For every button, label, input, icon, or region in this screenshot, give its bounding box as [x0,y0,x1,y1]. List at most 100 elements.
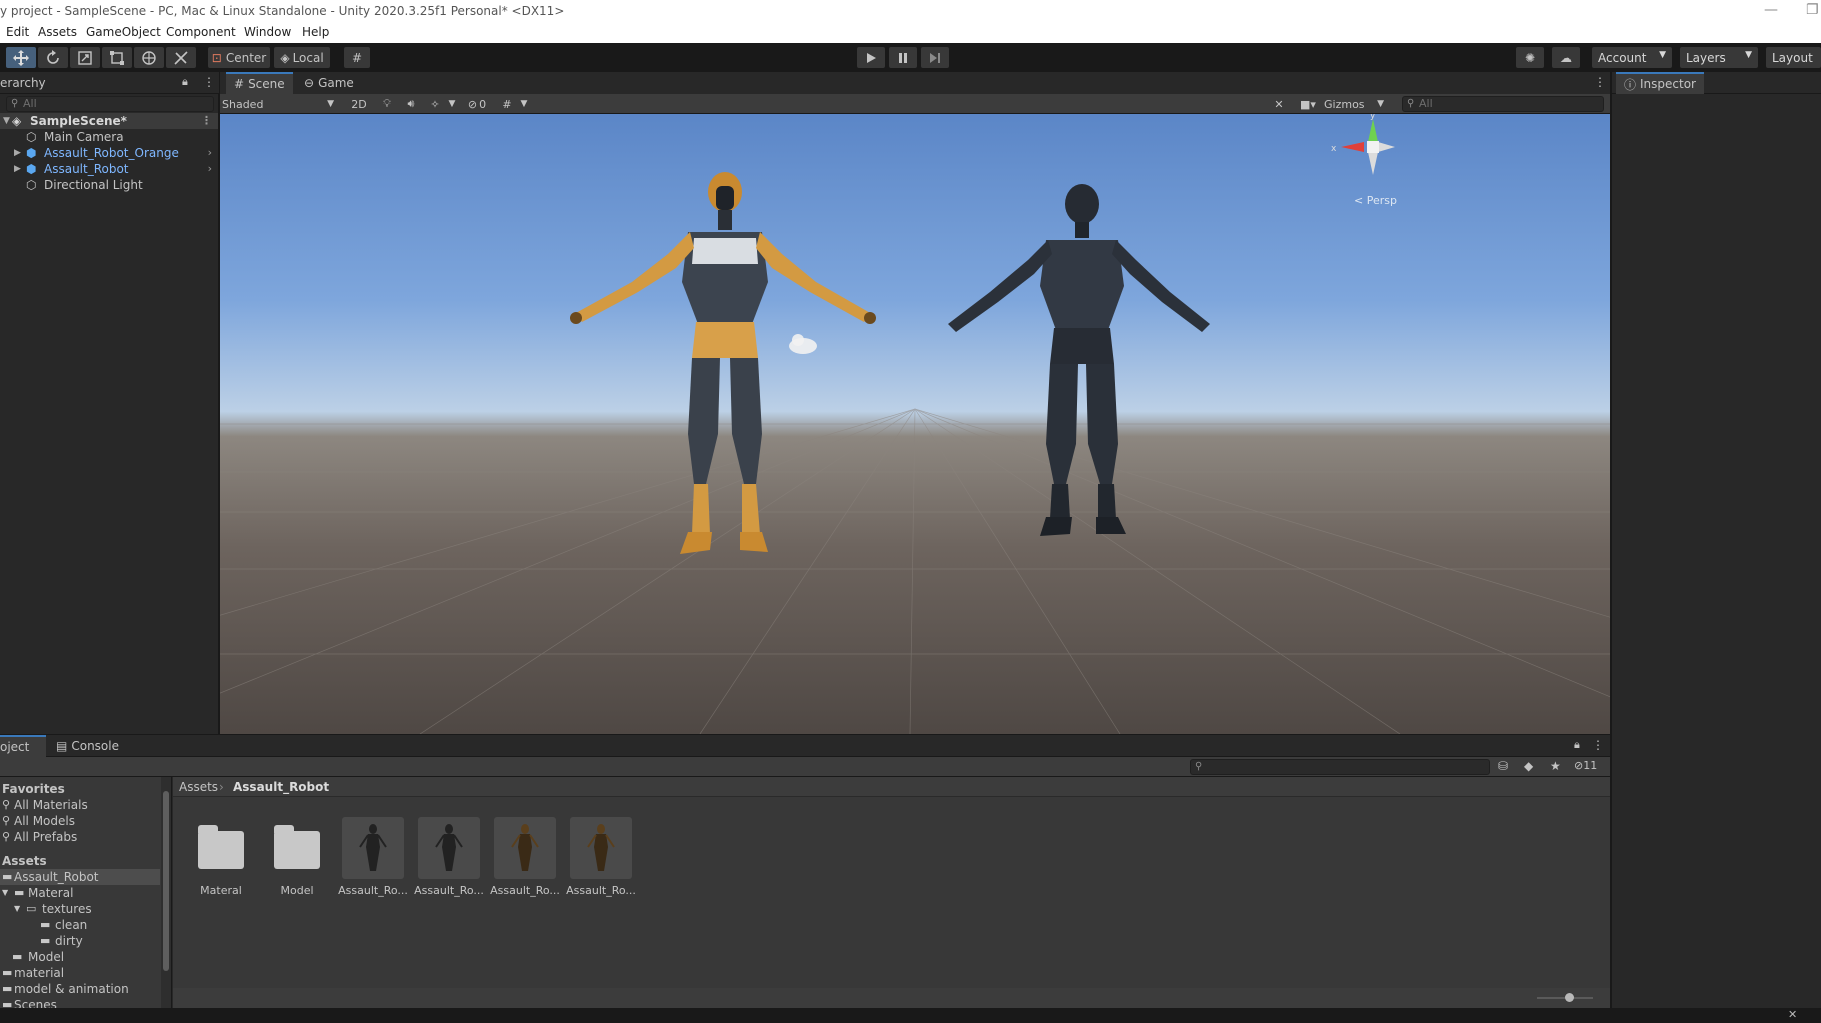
tab-inspector[interactable]: ⓘ Inspector [1616,72,1704,94]
favorite-star-icon[interactable]: ★ [1550,759,1561,773]
transform-tool-icon[interactable] [134,47,164,68]
menu-help[interactable]: Help [302,25,329,39]
rect-tool-icon[interactable] [102,47,132,68]
custom-tool-icon[interactable] [166,47,196,68]
tree-item-assault-robot[interactable]: ▬ Assault_Robot [0,869,160,885]
tree-scrollbar[interactable] [161,777,171,1008]
restore-icon[interactable]: ❐ [1806,2,1819,18]
tools-icon[interactable]: ✕ [1268,95,1290,113]
effects-icon[interactable]: ✧ [424,95,446,113]
lock-icon[interactable]: 🔒︎ [1574,738,1580,752]
chevron-right-icon[interactable]: › [208,145,212,161]
menu-edit[interactable]: Edit [6,25,29,39]
move-tool-icon[interactable] [6,47,36,68]
filter-type-icon[interactable]: ⛁ [1498,759,1508,773]
folder-icon [274,825,320,869]
project-search-input[interactable]: ⚲ [1190,759,1490,775]
play-icon [867,52,876,63]
tree-scrollbar-thumb[interactable] [163,791,169,971]
more-options-icon[interactable]: ⋮ [1592,738,1604,752]
favorite-item[interactable]: ⚲ All Prefabs [0,829,160,845]
hierarchy-item-main-camera[interactable]: ⬡ Main Camera [0,129,218,145]
more-options-icon[interactable]: ⋮ [203,75,215,89]
orientation-gizmo[interactable]: y x [1331,114,1395,175]
tree-item-scenes[interactable]: ▬ Scenes [0,997,160,1008]
more-options-icon[interactable]: ⋮ [1594,75,1606,89]
favorites-header[interactable]: Favorites [0,781,160,797]
rotate-tool-icon[interactable] [38,47,68,68]
tab-hierarchy[interactable]: erarchy [0,72,54,94]
scale-tool-icon[interactable] [70,47,100,68]
expand-arrow-icon[interactable]: ▼ [2,885,8,901]
zoom-slider-thumb[interactable] [1565,993,1574,1002]
menu-gameobject[interactable]: GameObject [86,25,161,39]
breadcrumb-assets[interactable]: Assets [179,780,218,794]
toggle-2d-button[interactable]: 2D [346,95,372,113]
tree-item-material[interactable]: ▬ material [0,965,160,981]
hierarchy-item-assault-robot[interactable]: ▶ ⬢ Assault_Robot › [0,161,218,177]
tab-project[interactable]: oject [0,735,46,757]
gameobject-cube-icon: ⬡ [26,178,37,192]
favorite-item[interactable]: ⚲ All Models [0,813,160,829]
expand-arrow-icon[interactable]: ▶ [14,161,21,177]
scene-search-input[interactable]: ⚲ All [1402,96,1604,112]
breadcrumb-assault-robot[interactable]: Assault_Robot [233,780,329,794]
tree-item-model[interactable]: ▬ Model [0,949,160,965]
tab-console[interactable]: ▤ Console [48,735,127,757]
label-tag-icon[interactable]: ◆ [1524,759,1533,773]
hierarchy-panel: erarchy 🔒︎ ⋮ ⚲ All ▼ ◈ SampleScene* ⋮ ⬡ … [0,72,219,734]
gizmos-dropdown[interactable]: Gizmos ▼ [1324,95,1388,113]
hierarchy-item-label: Assault_Robot [44,162,129,176]
minimize-icon[interactable]: — [1764,2,1778,18]
scene-menu-icon[interactable]: ⋮ [201,113,212,129]
audio-speaker-icon[interactable]: 🔊︎ [400,95,422,113]
assets-header[interactable]: Assets [0,853,160,869]
scene-visibility-toggle[interactable]: ⊘ 0 [462,95,492,113]
hierarchy-scene-row[interactable]: ▼ ◈ SampleScene* ⋮ [0,113,218,129]
account-dropdown[interactable]: Account ▼ [1592,47,1672,68]
pivot-space-button[interactable]: ◈ Local [274,47,330,68]
grid-snap-icon[interactable]: # [344,47,370,68]
chevron-right-icon[interactable]: › [208,161,212,177]
menu-assets[interactable]: Assets [38,25,77,39]
chevron-down-icon[interactable]: ▼ [518,95,530,113]
cloud-icon[interactable]: ☁ [1552,47,1580,68]
lock-icon[interactable]: 🔒︎ [182,75,188,89]
tab-scene[interactable]: # Scene [226,72,293,94]
menu-window[interactable]: Window [244,25,291,39]
tree-item-model-animation[interactable]: ▬ model & animation [0,981,160,997]
step-button[interactable] [921,47,949,68]
scene-viewport[interactable]: y x < Persp [220,114,1610,734]
lighting-bulb-icon[interactable]: 💡︎ [376,95,398,113]
chevron-down-icon[interactable]: ▼ [446,95,458,113]
shading-mode-dropdown[interactable]: Shaded ▼ [222,95,340,113]
favorite-item[interactable]: ⚲ All Materials [0,797,160,813]
tree-item-dirty[interactable]: ▬ dirty [0,933,160,949]
hierarchy-item-directional-light[interactable]: ⬡ Directional Light [0,177,218,193]
pause-button[interactable] [889,47,917,68]
layers-dropdown[interactable]: Layers ▼ [1680,47,1758,68]
layout-dropdown[interactable]: Layout [1766,47,1821,68]
expand-arrow-icon[interactable]: ▼ [3,113,10,129]
play-button[interactable] [857,47,885,68]
expand-arrow-icon[interactable]: ▼ [14,901,20,917]
tree-item-materal[interactable]: ▼ ▬ Materal [0,885,160,901]
tree-item-textures[interactable]: ▼ ▭ textures [0,901,160,917]
menu-component[interactable]: Component [166,25,236,39]
light-gizmo-icon[interactable] [789,334,817,354]
grid-icon[interactable]: # [496,95,518,113]
hierarchy-item-assault-robot-orange[interactable]: ▶ ⬢ Assault_Robot_Orange › [0,145,218,161]
expand-arrow-icon[interactable]: ▶ [14,145,21,161]
favorite-item-label: All Materials [14,798,88,812]
pivot-center-button[interactable]: ⊡ Center [208,47,270,68]
assault-robot-dark-model[interactable] [948,184,1210,536]
collab-icon[interactable]: ✺ [1516,47,1544,68]
hidden-packages-toggle[interactable]: ⊘11 [1574,759,1597,772]
projection-label[interactable]: < Persp [1354,194,1397,207]
hierarchy-search-input[interactable]: ⚲ All [6,96,214,112]
assault-robot-orange-model[interactable] [570,172,876,554]
tab-game[interactable]: ⊖ Game [296,72,362,94]
tree-item-clean[interactable]: ▬ clean [0,917,160,933]
status-icon[interactable]: ✕ [1788,1008,1797,1021]
camera-icon[interactable]: ■▾ [1294,95,1322,113]
